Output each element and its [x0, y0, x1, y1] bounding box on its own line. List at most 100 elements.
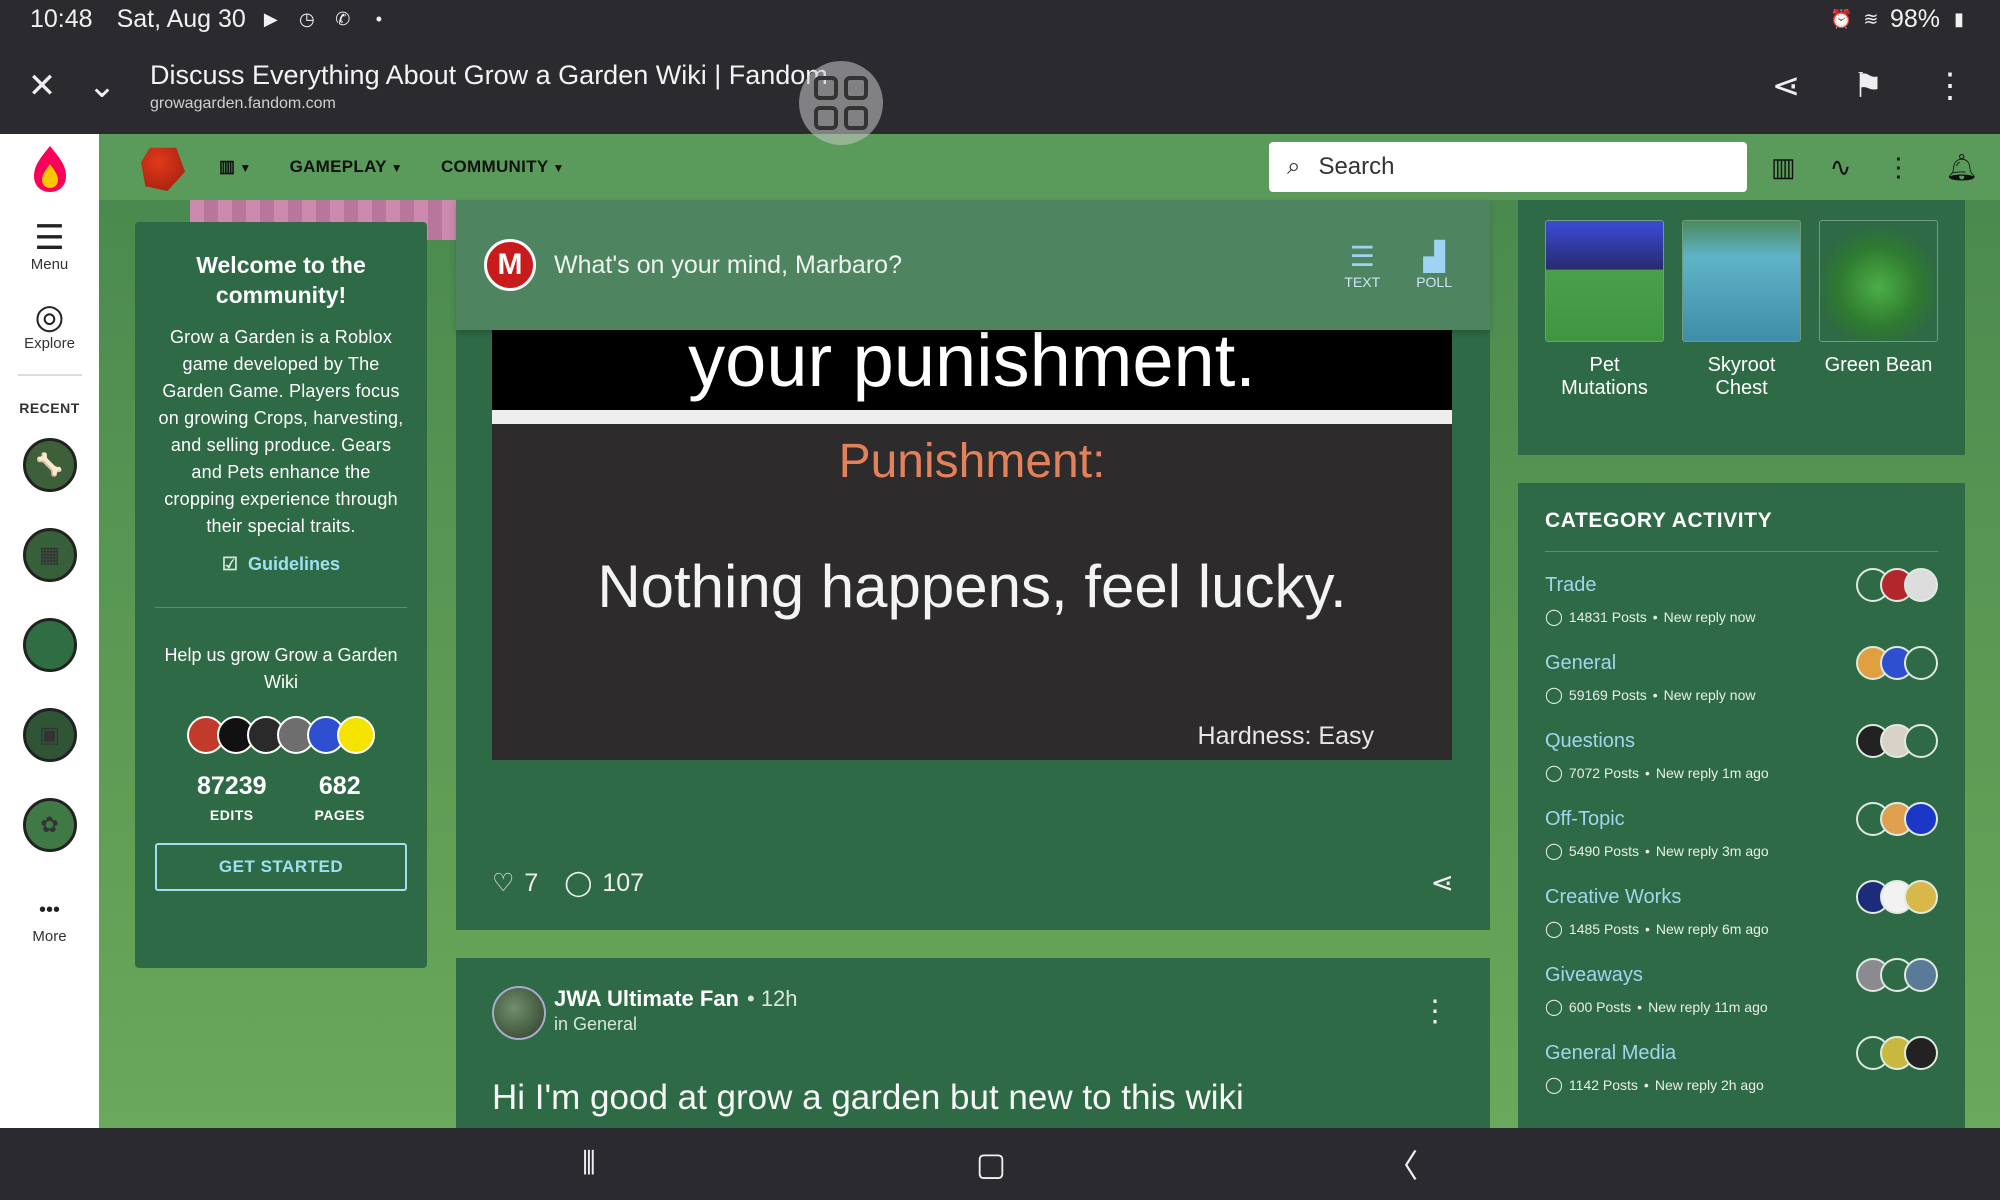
rail-more-label: More — [32, 928, 67, 945]
poll-post-button[interactable]: ▟ POLL — [1416, 240, 1452, 290]
category-meta: ◯ 59169 Posts • New reply now — [1545, 687, 1756, 704]
share-icon[interactable]: ⋖ — [1431, 866, 1454, 899]
welcome-card: Welcome to the community! Grow a Garden … — [135, 222, 427, 968]
help-text: Help us grow Grow a Garden Wiki — [164, 645, 398, 692]
category-avatars — [1856, 724, 1938, 758]
text-post-button[interactable]: ☰ TEXT — [1344, 240, 1380, 290]
bell-icon[interactable]: 🔔︎ — [1945, 152, 1978, 183]
post-image[interactable]: your punishment. Punishment: Nothing hap… — [492, 330, 1452, 760]
recent-apps-icon[interactable]: ⦀ — [582, 1145, 596, 1183]
nav-gameplay[interactable]: GAMEPLAY ▼ — [290, 157, 403, 177]
post-category[interactable]: in General — [554, 1014, 637, 1035]
category-meta: ◯ 1142 Posts • New reply 2h ago — [1545, 1077, 1764, 1094]
wiki-stats: 87239 EDITS 682 PAGES — [155, 772, 407, 823]
rail-explore[interactable]: ◎ Explore — [24, 299, 75, 352]
popular-page-label: Pet Mutations — [1561, 354, 1648, 399]
rail-menu-label: Menu — [30, 256, 69, 273]
more-vert-icon[interactable]: ⋮ — [1420, 994, 1450, 1029]
category-avatars — [1856, 1036, 1938, 1070]
recent-wiki-thumb-5[interactable]: ✿ — [22, 798, 77, 852]
comment-icon: ◯ — [1545, 921, 1563, 938]
like-button[interactable]: ♡ 7 — [492, 868, 538, 898]
avatar[interactable] — [492, 986, 546, 1040]
stat-pages: 682 PAGES — [315, 772, 365, 823]
popular-page-item[interactable]: Skyroot Chest — [1682, 220, 1801, 400]
post-author-line: JWA Ultimate Fan • 12h — [554, 986, 798, 1012]
composer-avatar: M — [484, 239, 536, 291]
comment-icon: ◯ — [1545, 765, 1563, 782]
category-row[interactable]: Creative Works ◯ 1485 Posts • New reply 6m … — [1545, 880, 1938, 964]
checklist-icon: ☑ — [221, 554, 239, 574]
browser-title-block[interactable]: Discuss Everything About Grow a Garden W… — [150, 60, 828, 113]
like-count: 7 — [524, 868, 539, 897]
avatar — [1904, 802, 1938, 836]
recent-wiki-thumb-4[interactable]: ▣ — [22, 708, 77, 762]
rail-menu[interactable]: ☰ Menu — [31, 220, 69, 273]
battery-icon: ▮ — [1954, 9, 1964, 29]
post-author[interactable]: JWA Ultimate Fan — [554, 986, 739, 1011]
system-nav-bar: ⦀ ▢ 〈 — [0, 1128, 2000, 1200]
fandom-logo-icon[interactable] — [30, 144, 70, 194]
page-thumbnail — [1682, 220, 1801, 342]
recent-wiki-thumb-1[interactable]: 🦴 — [22, 438, 77, 492]
home-icon[interactable]: ▢ — [976, 1145, 1006, 1183]
more-dots-icon: ••• — [38, 899, 60, 921]
browser-url: growagarden.fandom.com — [150, 94, 336, 112]
fandom-left-rail: ☰ Menu ◎ Explore RECENT 🦴 ▦ ▣ ✿ ••• More — [0, 134, 99, 1128]
clock-icon: ◷ — [298, 9, 315, 29]
post-image-footer: Hardness: Easy — [1197, 722, 1374, 750]
back-icon[interactable]: 〈 — [1386, 1141, 1418, 1187]
stat-edits: 87239 EDITS — [197, 772, 267, 823]
book-icon: ▥ — [219, 157, 236, 176]
post-title[interactable]: Hi I'm good at grow a garden but new to … — [492, 1078, 1244, 1118]
composer-placeholder[interactable]: What's on your mind, Marbaro? — [554, 251, 902, 280]
rail-divider — [17, 374, 82, 376]
rail-more[interactable]: ••• More — [32, 892, 66, 945]
category-row[interactable]: Giveaways ◯ 600 Posts • New reply 11m ago — [1545, 958, 1938, 1042]
wiki-logo[interactable] — [141, 147, 185, 191]
more-vert-icon[interactable]: ⋮ — [1920, 56, 1980, 116]
compass-icon: ◎ — [34, 298, 65, 336]
share-icon[interactable]: ⋖ — [1756, 56, 1816, 116]
comment-icon: ◯ — [1545, 999, 1563, 1016]
recent-wiki-thumb-2[interactable]: ▦ — [22, 528, 77, 582]
reading-icon[interactable]: ▥ — [1771, 152, 1796, 183]
post-card: your punishment. Punishment: Nothing hap… — [456, 330, 1490, 930]
category-row[interactable]: Trade ◯ 14831 Posts • New reply now — [1545, 568, 1938, 652]
divider — [155, 607, 407, 608]
tab-switcher-icon[interactable] — [799, 61, 883, 145]
post-composer[interactable]: M What's on your mind, Marbaro? ☰ TEXT ▟… — [456, 200, 1490, 330]
category-row[interactable]: Questions ◯ 7072 Posts • New reply 1m ago — [1545, 724, 1938, 808]
page-thumbnail — [1545, 220, 1664, 342]
recent-wiki-thumb-3[interactable] — [22, 618, 77, 672]
edits-count: 87239 — [196, 772, 267, 800]
comment-button[interactable]: ◯ 107 — [564, 868, 644, 898]
bookmark-icon[interactable]: ⚑ — [1838, 56, 1898, 116]
nav-community[interactable]: COMMUNITY ▼ — [441, 157, 565, 177]
get-started-button[interactable]: GET STARTED — [155, 843, 407, 891]
popular-page-item[interactable]: Pet Mutations — [1545, 220, 1664, 400]
whatsapp-icon: ✆ — [335, 9, 351, 29]
popular-pages: Pet Mutations Skyroot Chest Green Bean — [1518, 200, 1965, 455]
search-input[interactable]: ⌕ Search — [1269, 142, 1747, 192]
guidelines-label: Guidelines — [248, 554, 341, 574]
community-nav: ▥ ▼ GAMEPLAY ▼ COMMUNITY ▼ — [219, 157, 565, 177]
caret-down-icon: ▼ — [239, 161, 252, 175]
rail-recent-heading: RECENT — [19, 400, 80, 416]
avatar[interactable] — [337, 716, 375, 754]
guidelines-link[interactable]: ☑ Guidelines — [155, 554, 407, 575]
nav-wiki-menu[interactable]: ▥ ▼ — [219, 157, 252, 177]
more-vert-icon[interactable]: ⋮ — [1885, 152, 1911, 183]
category-row[interactable]: General Media ◯ 1142 Posts • New reply 2h a… — [1545, 1036, 1938, 1120]
category-meta: ◯ 1485 Posts • New reply 6m ago — [1545, 921, 1769, 938]
post-image-main-text: Nothing happens, feel lucky. — [597, 553, 1347, 620]
chevron-down-icon[interactable]: ⌄ — [72, 56, 132, 116]
comment-icon: ◯ — [1545, 843, 1563, 860]
pages-label: PAGES — [314, 807, 365, 823]
category-row[interactable]: General ◯ 59169 Posts • New reply now — [1545, 646, 1938, 730]
poll-post-label: POLL — [1416, 274, 1452, 290]
popular-page-item[interactable]: Green Bean — [1819, 220, 1938, 400]
activity-icon[interactable]: ∿ — [1830, 152, 1852, 183]
category-row[interactable]: Off-Topic ◯ 5490 Posts • New reply 3m ago — [1545, 802, 1938, 886]
close-icon[interactable]: ✕ — [12, 56, 72, 116]
